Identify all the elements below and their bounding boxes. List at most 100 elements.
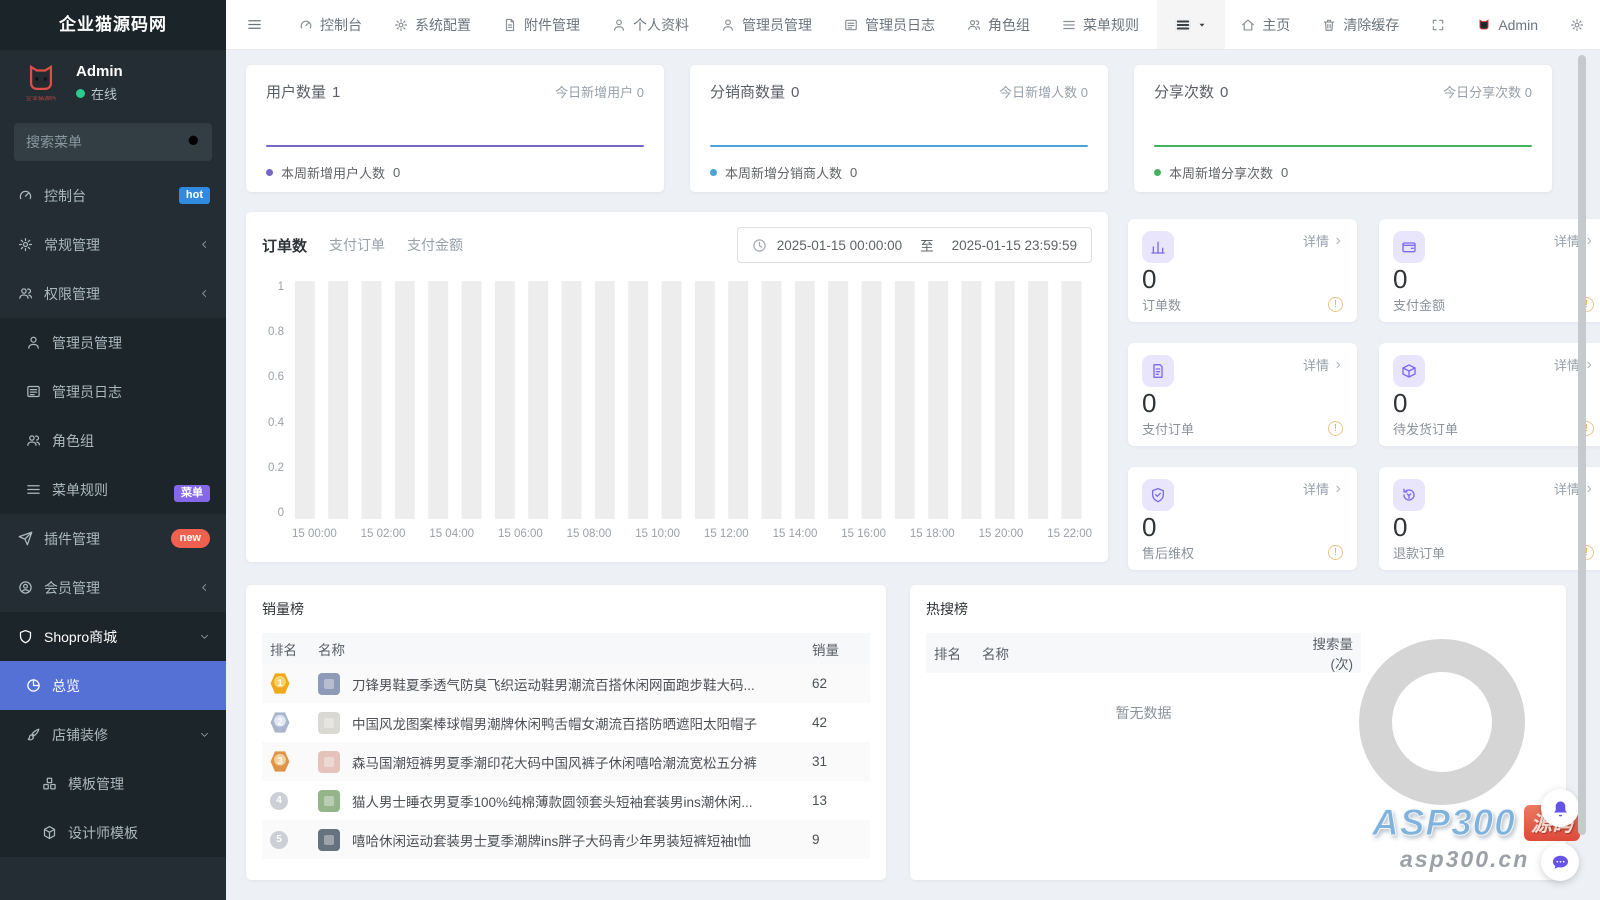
nav-user-menu[interactable]: Admin — [1461, 0, 1554, 49]
detail-link[interactable]: 详情 — [1303, 231, 1343, 250]
x-tick: 15 22:00 — [1047, 528, 1092, 540]
nav-list-dropdown[interactable] — [1157, 0, 1225, 49]
nav-home-label: 主页 — [1262, 15, 1290, 35]
chart-bars-icon — [1142, 231, 1174, 263]
product-name: 嘻哈休闲运动套装男士夏季潮牌ins胖子大码青少年男装短裤短袖t恤 — [352, 830, 751, 850]
info-icon[interactable] — [1328, 421, 1343, 436]
detail-link[interactable]: 详情 — [1554, 479, 1594, 498]
search-input[interactable] — [14, 123, 212, 161]
sidebar-item-label: 设计师模板 — [68, 823, 210, 843]
detail-link[interactable]: 详情 — [1554, 231, 1594, 250]
refund-icon — [1393, 479, 1425, 511]
table-row[interactable]: 4 猫人男士睡衣男夏季100%纯棉薄款圆领套头短袖套装男ins潮休闲... 13 — [262, 781, 870, 820]
tab-paid-orders[interactable]: 支付订单 — [329, 235, 385, 255]
fullscreen-button[interactable] — [1415, 0, 1461, 49]
sidebar-toggle-button[interactable] — [226, 0, 283, 49]
product-thumbnail — [318, 829, 340, 851]
invoice-icon — [1142, 355, 1174, 387]
nav-tab-profile[interactable]: 个人资料 — [596, 0, 705, 49]
sidebar-item-label: 权限管理 — [44, 284, 188, 304]
nav-tab-menu-rule[interactable]: 菜单规则 — [1046, 0, 1155, 49]
chevron-left-icon — [199, 286, 210, 302]
empty-placeholder: 暂无数据 — [926, 673, 1361, 753]
rocket-icon — [18, 531, 33, 546]
col-header-count: 搜索量(次) — [1295, 633, 1361, 673]
sparkline — [710, 145, 1088, 147]
sidebar-item-shop-decorate[interactable]: 店铺装修 — [0, 710, 226, 759]
sidebar-item-overview[interactable]: 总览 — [0, 661, 226, 710]
notification-fab[interactable] — [1541, 789, 1579, 827]
logo-caption: 企业猫源码 — [18, 96, 64, 103]
gold-medal-icon: 1 — [270, 673, 290, 695]
nav-tab-admin-manage[interactable]: 管理员管理 — [705, 0, 828, 49]
date-start[interactable]: 2025-01-15 00:00:00 — [777, 238, 902, 253]
sales-value: 9 — [804, 820, 870, 859]
nav-tab-dashboard[interactable]: 控制台 — [283, 0, 378, 49]
hot-badge: hot — [179, 187, 210, 204]
user-icon — [721, 18, 735, 32]
pie-chart-icon — [26, 678, 41, 693]
legend-dot — [266, 169, 273, 176]
nav-tab-attachment[interactable]: 附件管理 — [487, 0, 596, 49]
sidebar-item-dashboard[interactable]: 控制台 hot — [0, 171, 226, 220]
sidebar-item-member[interactable]: 会员管理 — [0, 563, 226, 612]
date-range-picker[interactable]: 2025-01-15 00:00:00 至 2025-01-15 23:59:5… — [737, 227, 1092, 263]
stat-card-shares: 分享次数0 今日分享次数 0 本周新增分享次数0 — [1134, 65, 1552, 192]
col-header-rank: 排名 — [926, 633, 974, 673]
product-thumbnail — [318, 751, 340, 773]
nav-tab-label: 管理员日志 — [865, 15, 935, 35]
detail-link[interactable]: 详情 — [1303, 355, 1343, 374]
search-icon[interactable] — [186, 133, 202, 149]
y-tick: 1 — [278, 281, 284, 293]
mini-card-refund: 详情 0 退款订单 — [1379, 467, 1600, 570]
shield-icon — [1142, 479, 1174, 511]
sidebar-item-general[interactable]: 常规管理 — [0, 220, 226, 269]
sidebar-item-shopro[interactable]: Shopro商城 — [0, 612, 226, 661]
sidebar-item-label: 常规管理 — [44, 235, 188, 255]
bar-chart: 1 0.8 0.6 0.4 0.2 0 15 00:00 15 02:00 15… — [262, 281, 1092, 540]
table-row[interactable]: 2 中国风龙图案棒球帽男潮牌休闲鸭舌帽女潮流百搭防晒遮阳太阳帽子 42 — [262, 703, 870, 742]
stat-value: 1 — [332, 84, 340, 101]
status-label: 在线 — [91, 84, 117, 103]
sales-value: 13 — [804, 781, 870, 820]
nav-tabs: 控制台 系统配置 附件管理 个人资料 管理员管理 管理员日志 角色组 菜单规则 — [283, 0, 1155, 49]
sidebar-item-plugin[interactable]: 插件管理 new — [0, 514, 226, 563]
sidebar-item-designer-template[interactable]: 设计师模板 — [0, 808, 226, 857]
chat-fab[interactable] — [1541, 843, 1579, 881]
sidebar-item-template-manage[interactable]: 模板管理 — [0, 759, 226, 808]
sidebar-item-label: 总览 — [52, 676, 210, 696]
nav-tab-admin-log[interactable]: 管理员日志 — [828, 0, 951, 49]
sidebar-item-menu-rule[interactable]: 菜单规则 菜单 — [0, 465, 226, 514]
tab-order-count[interactable]: 订单数 — [262, 235, 307, 256]
date-end[interactable]: 2025-01-15 23:59:59 — [952, 238, 1077, 253]
sidebar-item-role-group[interactable]: 角色组 — [0, 416, 226, 465]
detail-link[interactable]: 详情 — [1303, 479, 1343, 498]
new-badge: new — [171, 529, 210, 548]
table-row[interactable]: 5 嘻哈休闲运动套装男士夏季潮牌ins胖子大码青少年男装短裤短袖t恤 9 — [262, 820, 870, 859]
brand-title: 企业猫源码网 — [0, 0, 226, 50]
mini-value: 0 — [1393, 265, 1594, 293]
cube-icon — [42, 825, 57, 840]
sales-value: 62 — [804, 664, 870, 703]
sidebar-item-admin-manage[interactable]: 管理员管理 — [0, 318, 226, 367]
table-row[interactable]: 1 刀锋男鞋夏季透气防臭飞织运动鞋男潮流百搭休闲网面跑步鞋大码... 62 — [262, 664, 870, 703]
sidebar-search — [14, 123, 212, 161]
sidebar-item-admin-log[interactable]: 管理员日志 — [0, 367, 226, 416]
chevron-right-icon — [1333, 484, 1343, 494]
nav-clear-cache-button[interactable]: 清除缓存 — [1306, 0, 1415, 49]
nav-home-button[interactable]: 主页 — [1225, 0, 1306, 49]
nav-tab-role-group[interactable]: 角色组 — [951, 0, 1046, 49]
avatar-cat-icon — [1477, 18, 1491, 32]
nav-settings-button[interactable] — [1554, 0, 1600, 49]
nav-tab-system-config[interactable]: 系统配置 — [378, 0, 487, 49]
tab-paid-amount[interactable]: 支付金额 — [407, 235, 463, 255]
table-row[interactable]: 3 森马国潮短裤男夏季潮印花大码中国风裤子休闲嘻哈潮流宽松五分裤 31 — [262, 742, 870, 781]
sidebar-item-auth[interactable]: 权限管理 — [0, 269, 226, 318]
online-dot — [76, 89, 85, 98]
info-icon[interactable] — [1328, 297, 1343, 312]
nav-right-group: 主页 清除缓存 Admin — [1157, 0, 1600, 49]
info-icon[interactable] — [1328, 545, 1343, 560]
vertical-scrollbar[interactable] — [1578, 55, 1586, 835]
detail-link[interactable]: 详情 — [1554, 355, 1594, 374]
menu-bars-icon — [26, 482, 41, 497]
